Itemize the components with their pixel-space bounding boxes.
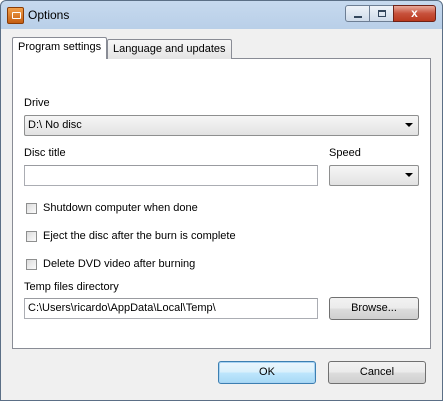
drive-select[interactable]: D:\ No disc (24, 115, 419, 136)
close-button[interactable]: x (393, 5, 436, 22)
disc-title-input[interactable] (24, 165, 318, 186)
chevron-down-icon (405, 123, 413, 127)
shutdown-label: Shutdown computer when done (43, 202, 198, 214)
caption-buttons: x (345, 5, 436, 22)
shutdown-checkbox[interactable] (26, 203, 37, 214)
app-icon (7, 7, 24, 24)
minimize-icon (354, 16, 362, 18)
delete-video-checkbox[interactable] (26, 259, 37, 270)
tab-language-and-updates[interactable]: Language and updates (107, 39, 232, 59)
cancel-button[interactable]: Cancel (328, 361, 426, 384)
eject-label: Eject the disc after the burn is complet… (43, 230, 236, 242)
temp-dir-input[interactable]: C:\Users\ricardo\AppData\Local\Temp\ (24, 298, 318, 319)
tab-program-settings[interactable]: Program settings (12, 37, 108, 59)
browse-button[interactable]: Browse... (329, 297, 419, 320)
ok-button[interactable]: OK (218, 361, 316, 384)
temp-dir-value: C:\Users\ricardo\AppData\Local\Temp\ (28, 302, 216, 314)
disc-title-label: Disc title (24, 147, 66, 159)
close-icon: x (411, 6, 418, 20)
drive-label: Drive (24, 97, 50, 109)
window-title: Options (28, 8, 70, 22)
program-settings-panel: Drive D:\ No disc Disc title Speed Shutd… (12, 58, 431, 349)
temp-dir-label: Temp files directory (24, 281, 119, 293)
eject-checkbox[interactable] (26, 231, 37, 242)
minimize-button[interactable] (345, 5, 370, 22)
drive-select-value: D:\ No disc (28, 119, 82, 131)
options-dialog: Options x Program settings Language and … (0, 0, 443, 401)
speed-select[interactable] (329, 165, 419, 186)
delete-video-label: Delete DVD video after burning (43, 258, 196, 270)
maximize-button[interactable] (369, 5, 394, 22)
maximize-icon (378, 10, 386, 17)
chevron-down-icon (405, 173, 413, 177)
dialog-client-area: Program settings Language and updates Dr… (2, 29, 441, 400)
speed-label: Speed (329, 147, 361, 159)
title-bar[interactable]: Options x (1, 1, 442, 29)
